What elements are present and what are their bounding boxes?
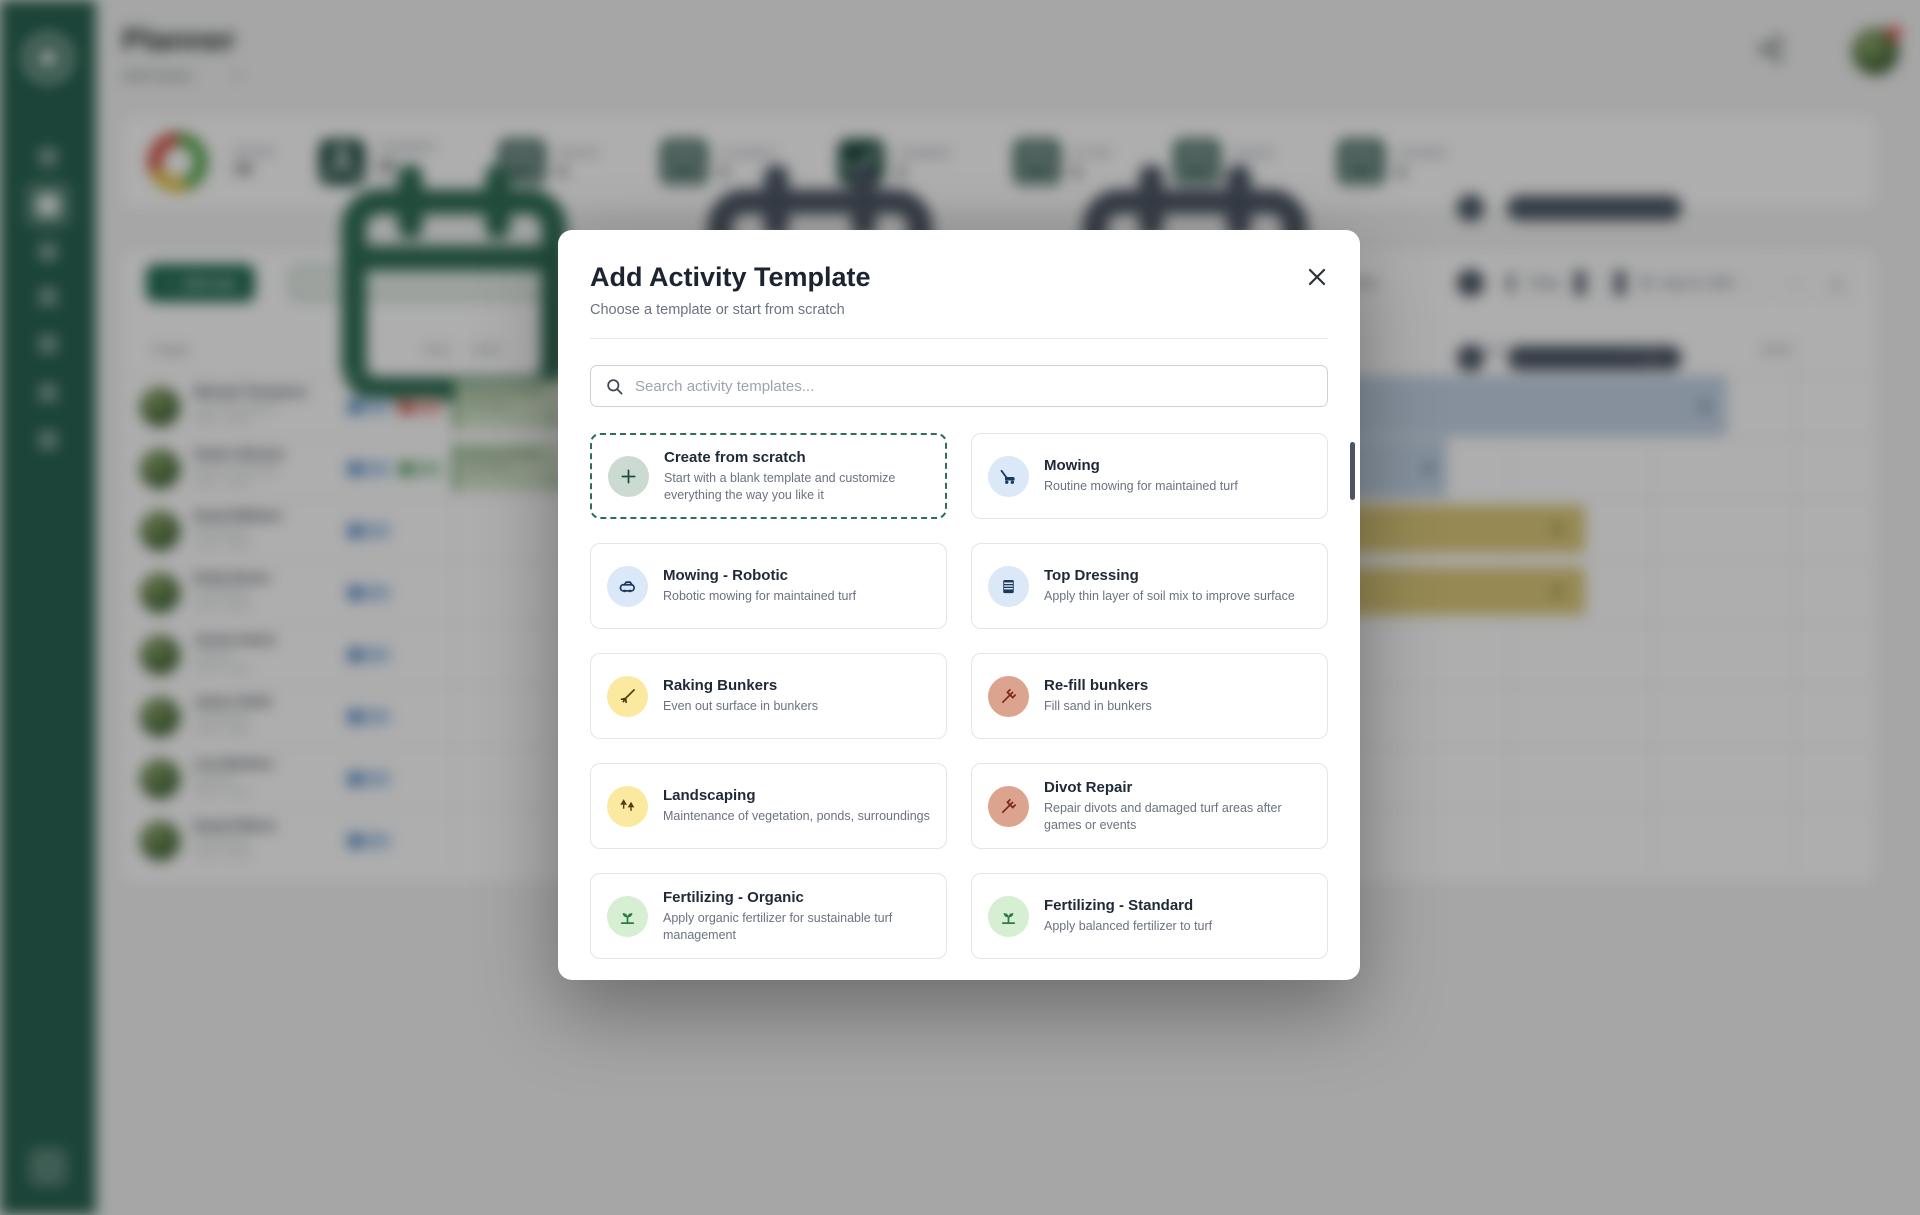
template-icon-circle (608, 456, 649, 497)
search-input[interactable] (635, 378, 1313, 395)
template-icon-circle (988, 896, 1029, 937)
template-icon-circle (607, 566, 648, 607)
template-card-description: Repair divots and damaged turf areas aft… (1044, 800, 1311, 834)
template-card-raking-bunkers[interactable]: Raking Bunkers Even out surface in bunke… (590, 653, 947, 739)
scrollbar-thumb[interactable] (1350, 442, 1355, 500)
layers-icon (998, 576, 1019, 597)
template-card-landscaping[interactable]: Landscaping Maintenance of vegetation, p… (590, 763, 947, 849)
template-card-description: Maintenance of vegetation, ponds, surrou… (663, 808, 930, 825)
template-card-divot-repair[interactable]: Divot Repair Repair divots and damaged t… (971, 763, 1328, 849)
template-card-title: Mowing - Robotic (663, 567, 856, 584)
template-card-re-fill-bunkers[interactable]: Re-fill bunkers Fill sand in bunkers (971, 653, 1328, 739)
plus-icon (618, 466, 639, 487)
screen: Planner Golf Course All tasks 16 Unassig… (0, 0, 1920, 1215)
template-card-title: Fertilizing - Standard (1044, 897, 1212, 914)
template-card-title: Top Dressing (1044, 567, 1295, 584)
template-card-description: Routine mowing for maintained turf (1044, 478, 1238, 495)
template-card-mowing-robotic[interactable]: Mowing - Robotic Robotic mowing for main… (590, 543, 947, 629)
trees-icon (617, 796, 638, 817)
template-icon-circle (988, 786, 1029, 827)
template-card-title: Re-fill bunkers (1044, 677, 1152, 694)
divider (590, 338, 1328, 339)
close-icon[interactable] (1304, 264, 1330, 290)
add-activity-template-modal: Add Activity Template Choose a template … (558, 230, 1360, 980)
template-card-description: Apply organic fertilizer for sustainable… (663, 910, 930, 944)
template-card-fertilizing-standard[interactable]: Fertilizing - Standard Apply balanced fe… (971, 873, 1328, 959)
template-card-title: Landscaping (663, 787, 930, 804)
template-icon-circle (607, 896, 648, 937)
template-icon-circle (988, 566, 1029, 607)
template-card-description: Even out surface in bunkers (663, 698, 818, 715)
template-icon-circle (988, 676, 1029, 717)
template-card-title: Divot Repair (1044, 779, 1311, 796)
pitchfork-icon (998, 796, 1019, 817)
template-icon-circle (607, 676, 648, 717)
template-icon-circle (607, 786, 648, 827)
template-card-description: Robotic mowing for maintained turf (663, 588, 856, 605)
pitchfork-icon (998, 686, 1019, 707)
template-card-title: Create from scratch (664, 449, 929, 466)
rake-icon (617, 686, 638, 707)
template-card-title: Raking Bunkers (663, 677, 818, 694)
template-search (590, 365, 1328, 407)
template-grid: Create from scratch Start with a blank t… (590, 433, 1328, 959)
search-icon (605, 377, 624, 396)
modal-title: Add Activity Template (590, 262, 1328, 293)
template-card-mowing[interactable]: Mowing Routine mowing for maintained tur… (971, 433, 1328, 519)
template-card-top-dressing[interactable]: Top Dressing Apply thin layer of soil mi… (971, 543, 1328, 629)
sprout-icon (998, 906, 1019, 927)
mower-icon (998, 466, 1019, 487)
template-card-description: Start with a blank template and customiz… (664, 470, 929, 504)
template-card-description: Fill sand in bunkers (1044, 698, 1152, 715)
template-card-fertilizing-organic[interactable]: Fertilizing - Organic Apply organic fert… (590, 873, 947, 959)
template-card-description: Apply balanced fertilizer to turf (1044, 918, 1212, 935)
template-icon-circle (988, 456, 1029, 497)
sprout-icon (617, 906, 638, 927)
template-card-description: Apply thin layer of soil mix to improve … (1044, 588, 1295, 605)
template-card-title: Fertilizing - Organic (663, 889, 930, 906)
template-card-title: Mowing (1044, 457, 1238, 474)
robot-mower-icon (617, 576, 638, 597)
modal-subtitle: Choose a template or start from scratch (590, 302, 1328, 318)
template-card-create-from-scratch[interactable]: Create from scratch Start with a blank t… (590, 433, 947, 519)
